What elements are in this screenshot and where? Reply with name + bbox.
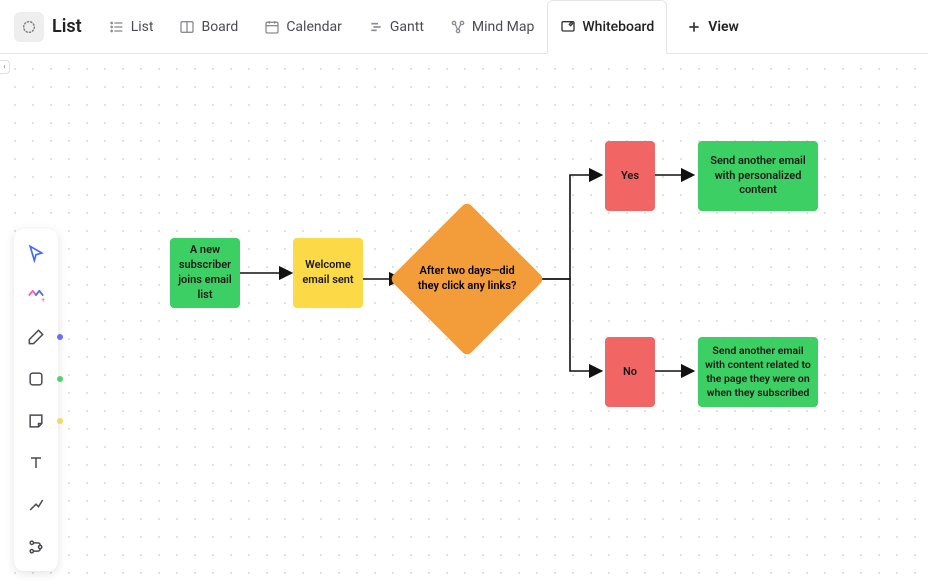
- tool-text[interactable]: [18, 445, 54, 481]
- tab-board-label: Board: [201, 19, 238, 35]
- mindmap-icon: [450, 19, 466, 35]
- node-yes[interactable]: Yes: [605, 141, 655, 211]
- list-icon: [109, 19, 125, 35]
- board-icon: [179, 19, 195, 35]
- tab-add-view-label: View: [708, 19, 739, 35]
- sticky-color-dot: [57, 418, 63, 424]
- top-bar: List List Board Calendar Gantt: [0, 0, 928, 54]
- whiteboard-icon: [560, 19, 576, 35]
- node-yes-text: Yes: [621, 169, 639, 184]
- title-block: List: [14, 12, 82, 42]
- tool-connector[interactable]: [18, 487, 54, 523]
- page-title: List: [52, 16, 82, 37]
- left-toolbar: +: [14, 229, 58, 571]
- tool-cursor[interactable]: [18, 235, 54, 271]
- tab-calendar[interactable]: Calendar: [251, 0, 355, 54]
- plus-icon: [686, 19, 702, 35]
- node-no[interactable]: No: [605, 337, 655, 407]
- tool-pen[interactable]: [18, 319, 54, 355]
- tab-list-label: List: [131, 19, 154, 35]
- tool-ai-shapes[interactable]: +: [18, 277, 54, 313]
- tab-add-view[interactable]: View: [673, 0, 752, 54]
- whiteboard-canvas[interactable]: A new subscriber joins email list Welcom…: [0, 54, 928, 584]
- tool-shape[interactable]: [18, 361, 54, 397]
- gantt-icon: [368, 19, 384, 35]
- node-welcome[interactable]: Welcome email sent: [293, 238, 363, 308]
- arrow-decision-no: [534, 279, 600, 371]
- tab-gantt-label: Gantt: [390, 19, 424, 35]
- calendar-icon: [264, 19, 280, 35]
- node-decision[interactable]: After two days—did they click any links?: [389, 201, 545, 357]
- node-welcome-text: Welcome email sent: [299, 258, 357, 288]
- node-yes-action[interactable]: Send another email with personalized con…: [698, 141, 818, 211]
- node-no-action[interactable]: Send another email with content related …: [698, 337, 818, 407]
- tab-mindmap-label: Mind Map: [472, 19, 534, 35]
- tab-whiteboard-label: Whiteboard: [582, 19, 654, 35]
- node-decision-text: After two days—did they click any links?: [417, 264, 517, 294]
- tab-list[interactable]: List: [96, 0, 167, 54]
- tab-whiteboard[interactable]: Whiteboard: [547, 0, 667, 54]
- node-no-text: No: [623, 365, 637, 380]
- pen-color-dot: [57, 334, 63, 340]
- shape-color-dot: [57, 376, 63, 382]
- view-tabs: List Board Calendar Gantt Mind Map: [96, 0, 752, 54]
- tab-board[interactable]: Board: [166, 0, 251, 54]
- node-yes-action-text: Send another email with personalized con…: [704, 154, 812, 199]
- node-start[interactable]: A new subscriber joins email list: [170, 238, 240, 308]
- tool-more[interactable]: [18, 529, 54, 565]
- arrow-decision-yes: [534, 175, 600, 279]
- tab-mindmap[interactable]: Mind Map: [437, 0, 547, 54]
- tool-sticky[interactable]: [18, 403, 54, 439]
- node-no-action-text: Send another email with content related …: [704, 344, 812, 401]
- tab-calendar-label: Calendar: [286, 19, 342, 35]
- list-title-icon[interactable]: [14, 12, 44, 42]
- tab-gantt[interactable]: Gantt: [355, 0, 437, 54]
- node-start-text: A new subscriber joins email list: [176, 243, 234, 302]
- svg-text:+: +: [41, 296, 45, 305]
